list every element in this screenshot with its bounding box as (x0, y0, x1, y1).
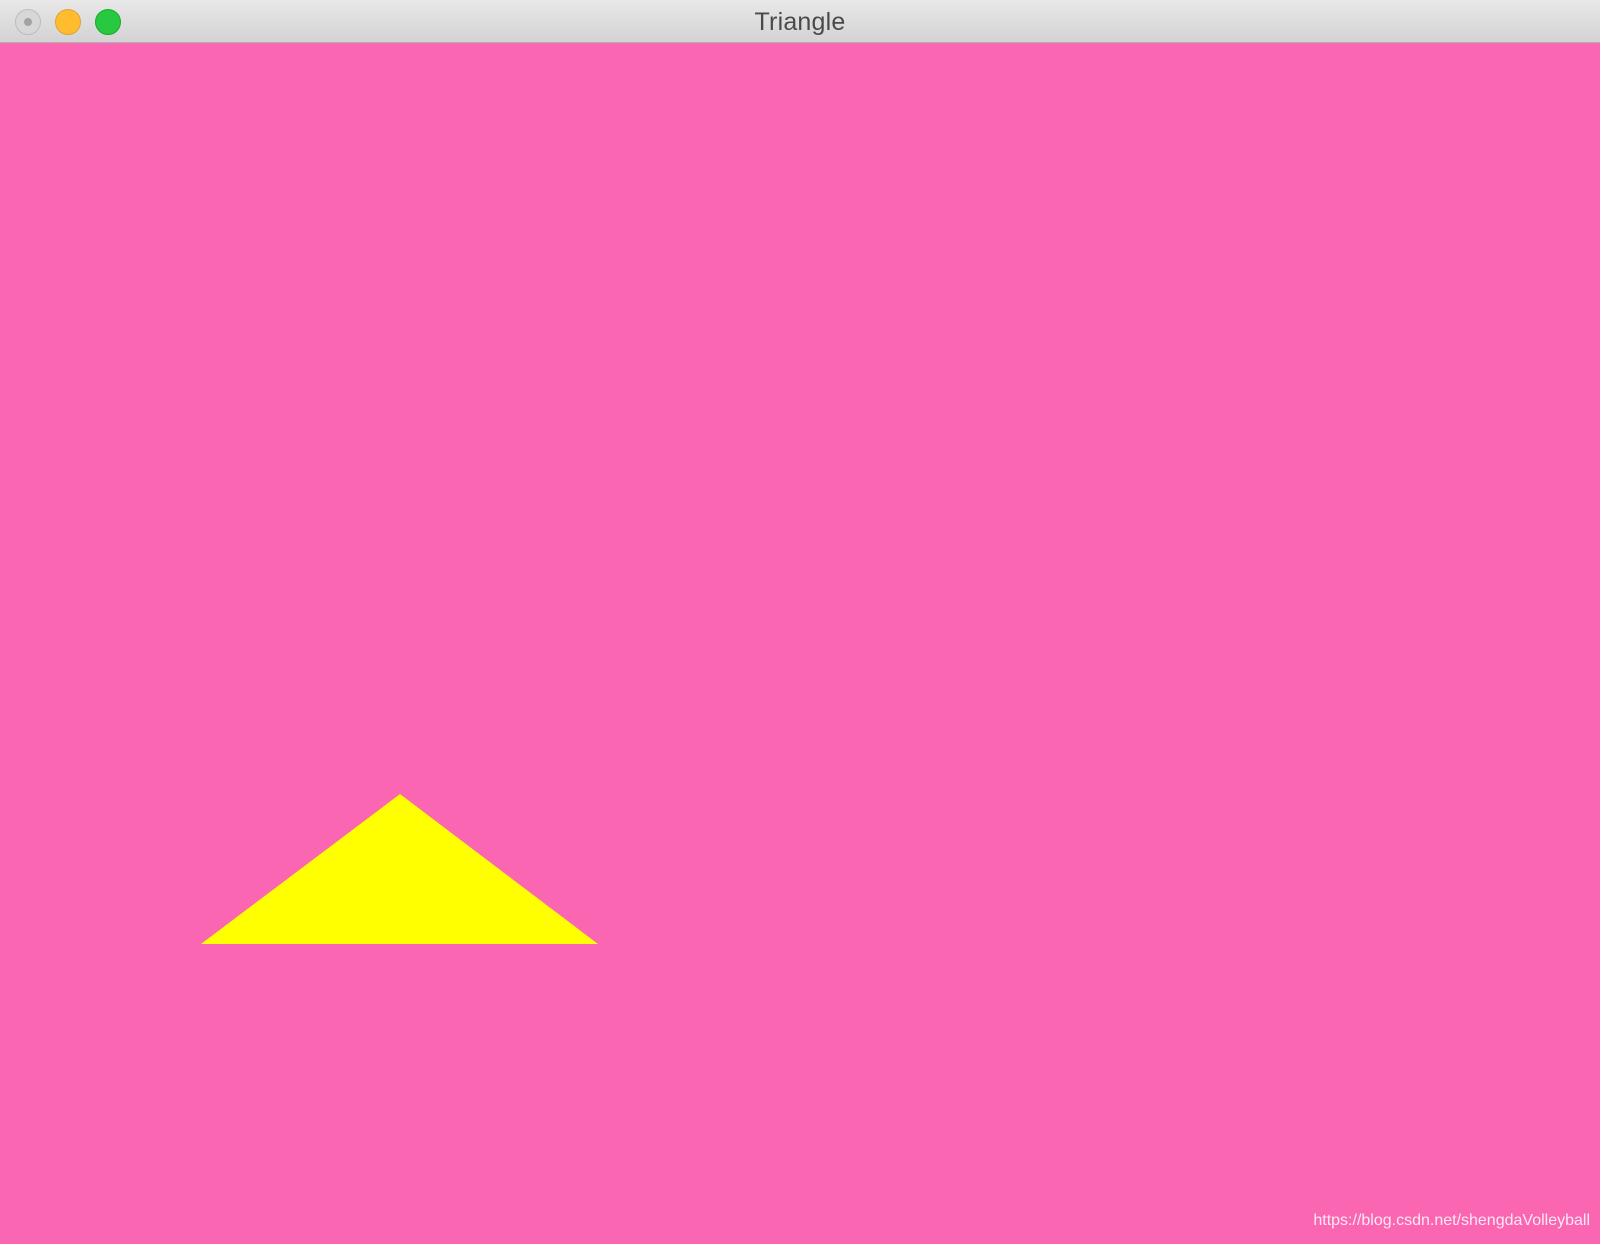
window-title: Triangle (754, 8, 846, 36)
render-canvas: https://blog.csdn.net/shengdaVolleyball (0, 43, 1600, 1244)
yellow-triangle (201, 794, 598, 944)
watermark-text: https://blog.csdn.net/shengdaVolleyball (1313, 1212, 1590, 1229)
triangle-scene (201, 794, 598, 944)
app-window: Triangle https://blog.csdn.net/shengdaVo… (0, 0, 1600, 1244)
title-bar[interactable]: Triangle (0, 0, 1600, 43)
